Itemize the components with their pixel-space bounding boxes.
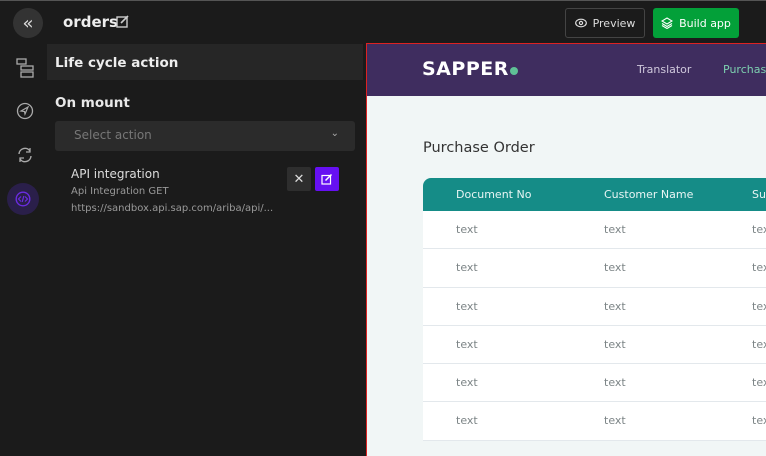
table-cell: text: [604, 299, 626, 313]
table-cell: text: [752, 223, 766, 236]
table-cell: text: [604, 261, 626, 275]
table-cell: text: [456, 223, 478, 236]
section-title: On mount: [55, 95, 130, 111]
panel-heading: Life cycle action: [47, 44, 363, 80]
table-cell: text: [604, 337, 626, 351]
lifecycle-panel: Life cycle action On mount Select action…: [47, 44, 363, 456]
build-label: Build app: [679, 16, 731, 30]
table-cell: text: [456, 376, 478, 390]
chevron-down-icon: ⌄: [330, 128, 339, 139]
table-cell: text: [752, 261, 766, 275]
table-cell: text: [456, 337, 478, 351]
code-icon[interactable]: [7, 183, 39, 215]
layers-icon: [661, 17, 674, 29]
table-cell: text: [604, 376, 626, 390]
sync-icon[interactable]: [13, 143, 37, 167]
table-cell: text: [604, 414, 626, 428]
table-cell: text: [752, 337, 766, 351]
select-placeholder: Select action: [74, 128, 152, 142]
table-row[interactable]: text text text: [423, 364, 766, 403]
send-icon[interactable]: [13, 99, 37, 123]
preview-label: Preview: [592, 16, 636, 30]
table-row[interactable]: text text text: [423, 402, 766, 441]
page-title: orders: [63, 13, 118, 31]
app-header: SAPPER Translator Purchase: [367, 44, 766, 96]
action-url: https://sandbox.api.sap.com/ariba/api/..…: [71, 203, 274, 214]
table-cell: text: [752, 299, 766, 313]
preview-button[interactable]: Preview: [565, 8, 645, 38]
select-action-dropdown[interactable]: Select action ⌄: [55, 121, 355, 151]
orders-table: Document No Customer Name Sup texttextte…: [423, 178, 766, 441]
action-title: API integration: [71, 167, 160, 181]
layout-icon[interactable]: [13, 56, 37, 80]
table-row[interactable]: text text text: [423, 211, 766, 250]
edit-icon: [321, 173, 333, 185]
table-header: Document No Customer Name Sup: [423, 178, 766, 211]
table-row[interactable]: text text text: [423, 287, 766, 326]
logo: SAPPER: [422, 58, 518, 80]
icon-rail: [5, 44, 45, 456]
edit-action-button[interactable]: [315, 167, 339, 191]
nav-purchase[interactable]: Purchase: [723, 63, 766, 76]
column-header: Document No: [456, 188, 532, 201]
edit-title-icon[interactable]: [116, 14, 130, 28]
nav-translator[interactable]: Translator: [637, 63, 691, 76]
table-cell: text: [752, 376, 766, 390]
page-heading: Purchase Order: [423, 140, 535, 156]
double-chevron-left-icon: «: [22, 12, 34, 34]
table-cell: text: [456, 414, 478, 428]
table-cell: text: [456, 299, 478, 313]
table-cell: text: [604, 223, 626, 236]
table-cell: text: [752, 414, 766, 428]
column-header: Customer Name: [604, 188, 694, 201]
eye-icon: [574, 18, 587, 28]
remove-action-button[interactable]: ✕: [287, 167, 311, 191]
build-app-button[interactable]: Build app: [653, 8, 739, 38]
table-row[interactable]: text text text: [423, 249, 766, 288]
collapse-button[interactable]: «: [13, 8, 43, 38]
action-subtitle: Api Integration GET: [71, 186, 169, 197]
preview-canvas: SAPPER Translator Purchase Purchase Orde…: [366, 43, 766, 456]
column-header: Sup: [752, 188, 766, 201]
table-row[interactable]: text text text: [423, 325, 766, 365]
table-cell: text: [456, 261, 478, 275]
close-icon: ✕: [293, 171, 305, 187]
top-bar: « orders Preview Build app: [0, 0, 766, 43]
